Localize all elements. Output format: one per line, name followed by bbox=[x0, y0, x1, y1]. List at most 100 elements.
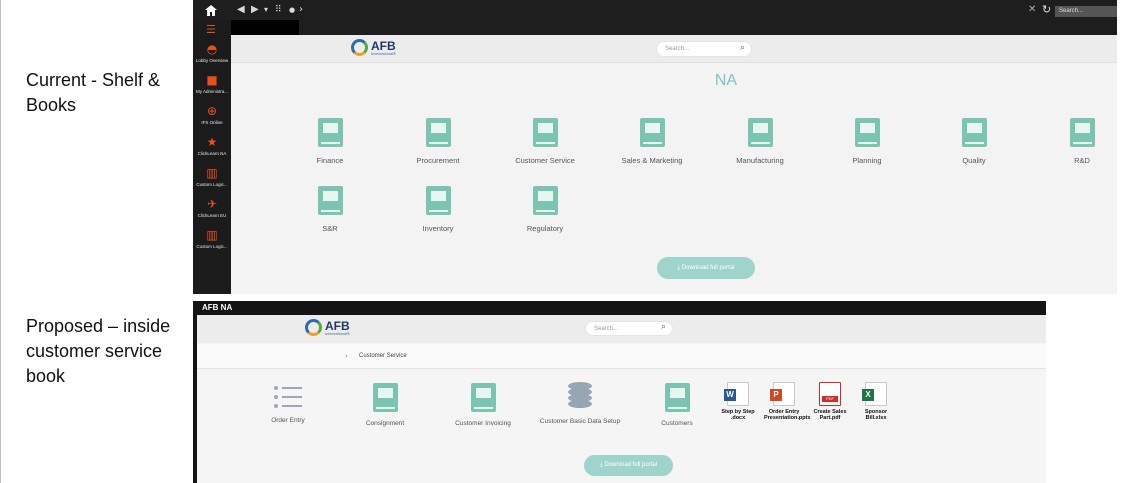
book-icon bbox=[664, 383, 690, 412]
chevron-right-icon: › bbox=[345, 352, 348, 360]
search-placeholder: Search... bbox=[665, 46, 690, 52]
file-label: Create Sales Part.pdf bbox=[813, 409, 847, 421]
sidebar: ☰ ◓ Lobby Overview ■ My Administra... ⊕ … bbox=[193, 21, 231, 294]
book-icon bbox=[1069, 118, 1095, 147]
item-label: Customers bbox=[661, 420, 693, 427]
item-label: Consignment bbox=[365, 420, 405, 427]
file-order-entry-presentation[interactable]: P Order Entry Presentation.pptx bbox=[764, 382, 811, 421]
book-icon bbox=[961, 118, 987, 147]
browser-subbar bbox=[193, 21, 1117, 35]
book-label: Customer Service bbox=[515, 156, 575, 165]
sidebar-item-clicklearn-eu[interactable]: ✈ ClickLearn EU bbox=[193, 197, 231, 219]
portal-search-input[interactable]: Search... ⌕ bbox=[585, 321, 673, 336]
logo-subtitle: International® bbox=[325, 330, 350, 336]
search-icon[interactable]: ⌕ bbox=[740, 43, 745, 53]
proposed-screenshot: AFB NA AFB International® Search... ⌕ › … bbox=[193, 301, 1046, 483]
download-full-portal-button[interactable]: ⤓ Download full portal bbox=[584, 455, 673, 476]
afb-logo[interactable]: AFB International® bbox=[351, 39, 396, 56]
sidebar-item-ifs-online[interactable]: ⊕ IFS Online bbox=[193, 104, 231, 126]
redacted-block bbox=[231, 20, 299, 36]
item-consignment[interactable]: Consignment bbox=[343, 383, 427, 428]
globe-icon: ⊕ bbox=[206, 104, 218, 118]
sidebar-item-label: Custom Logic... bbox=[196, 182, 228, 187]
book-icon bbox=[372, 383, 398, 412]
book-finance[interactable]: Finance bbox=[270, 118, 390, 165]
caption-proposed: Proposed – inside customer service book bbox=[26, 316, 171, 386]
book-icon bbox=[532, 118, 558, 147]
sidebar-item-label: ClickLearn NA bbox=[197, 151, 227, 156]
logo-icon bbox=[305, 319, 322, 336]
excel-badge: X bbox=[862, 389, 874, 401]
download-label: Download full portal bbox=[604, 462, 658, 468]
search-placeholder: Search... bbox=[594, 326, 619, 332]
airplane-icon: ✈ bbox=[206, 197, 218, 211]
book-regulatory[interactable]: Regulatory bbox=[485, 186, 605, 233]
search-icon[interactable]: ⌕ bbox=[661, 322, 666, 332]
afb-logo[interactable]: AFB International® bbox=[305, 319, 350, 336]
window-title: AFB NA bbox=[202, 303, 233, 312]
breadcrumb-customer-service[interactable]: Customer Service bbox=[359, 353, 407, 359]
refresh-icon[interactable]: ↻ bbox=[1042, 3, 1051, 16]
speedometer-icon: ◓ bbox=[206, 42, 218, 56]
file-create-sales-part[interactable]: PDF Create Sales Part.pdf bbox=[810, 382, 850, 421]
file-step-by-step[interactable]: W Step by Step .docx bbox=[718, 382, 758, 421]
book-icon bbox=[317, 118, 343, 147]
chevron-right-icon[interactable]: › bbox=[299, 4, 303, 16]
book-sales-marketing[interactable]: Sales & Marketing bbox=[592, 118, 712, 165]
file-label: Sponsor Bill.xlsx bbox=[864, 409, 888, 421]
sidebar-item-custom-logic-2[interactable]: ▥ Custom Logic... bbox=[193, 228, 231, 250]
portal-header: AFB International® Search... ⌕ bbox=[197, 315, 1046, 343]
bar-chart-icon: ▥ bbox=[206, 228, 218, 242]
page: Current - Shelf & Books Proposed – insid… bbox=[0, 0, 1121, 483]
book-icon bbox=[425, 186, 451, 215]
browser-search-input[interactable]: Search... bbox=[1055, 6, 1117, 17]
file-label: Order Entry Presentation.pptx bbox=[764, 409, 811, 421]
book-label: Inventory bbox=[422, 224, 454, 233]
book-r-and-d[interactable]: R&D bbox=[1022, 118, 1117, 165]
sidebar-item-lobby-overview[interactable]: ◓ Lobby Overview bbox=[193, 42, 231, 64]
sidebar-item-label: ClickLearn EU bbox=[197, 213, 227, 218]
word-badge: W bbox=[724, 389, 736, 401]
book-label: Regulatory bbox=[526, 224, 564, 233]
book-icon bbox=[470, 383, 496, 412]
book-icon bbox=[532, 186, 558, 215]
powerpoint-file-icon: P bbox=[770, 382, 795, 406]
logo-name: AFB bbox=[371, 38, 396, 53]
book-label: Sales & Marketing bbox=[621, 156, 683, 165]
sidebar-item-custom-logic-1[interactable]: ▥ Custom Logic... bbox=[193, 167, 231, 188]
item-customers[interactable]: Customers bbox=[635, 383, 719, 428]
menu-icon[interactable]: ☰ bbox=[206, 23, 216, 36]
file-sponsor-bill[interactable]: X Sponsor Bill.xlsx bbox=[856, 382, 896, 421]
item-label: Customer Invoicing bbox=[455, 420, 511, 427]
left-divider bbox=[0, 0, 1, 483]
grid-icon[interactable]: ⠿ bbox=[275, 4, 282, 16]
book-planning[interactable]: Planning bbox=[807, 118, 927, 165]
book-icon bbox=[317, 186, 343, 215]
close-icon[interactable]: ✕ bbox=[1028, 4, 1036, 15]
item-customer-invoicing[interactable]: Customer Invoicing bbox=[441, 383, 525, 428]
logo-icon bbox=[351, 39, 368, 56]
item-customer-basic-data-setup[interactable]: Customer Basic Data Setup bbox=[538, 382, 622, 426]
download-full-portal-button[interactable]: ⤓ Download full portal bbox=[657, 257, 755, 279]
book-s-and-r[interactable]: S&R bbox=[270, 186, 390, 233]
logo-subtitle: International® bbox=[371, 50, 396, 56]
book-customer-service[interactable]: Customer Service bbox=[485, 118, 605, 165]
chevron-down-icon[interactable]: ▾ bbox=[264, 4, 268, 16]
sidebar-item-clicklearn-na[interactable]: ★ ClickLearn NA bbox=[193, 136, 231, 157]
list-icon bbox=[274, 385, 302, 409]
home-icon[interactable] bbox=[205, 5, 217, 16]
book-inventory[interactable]: Inventory bbox=[378, 186, 498, 233]
book-icon bbox=[425, 118, 451, 147]
book-label: Procurement bbox=[416, 156, 460, 165]
portal-search-input[interactable]: Search... ⌕ bbox=[656, 41, 752, 57]
book-manufacturing[interactable]: Manufacturing bbox=[700, 118, 820, 165]
item-order-entry[interactable]: Order Entry bbox=[246, 385, 330, 425]
back-icon[interactable]: ◀ bbox=[237, 4, 245, 16]
book-procurement[interactable]: Procurement bbox=[378, 118, 498, 165]
sidebar-item-label: Custom Logic... bbox=[196, 244, 228, 249]
forward-icon[interactable]: ▶ bbox=[251, 4, 259, 16]
sidebar-item-label: IFS Online bbox=[201, 120, 223, 125]
sidebar-item-my-administration[interactable]: ■ My Administra... bbox=[193, 74, 231, 95]
window-titlebar: AFB NA bbox=[193, 301, 1046, 315]
book-quality[interactable]: Quality bbox=[914, 118, 1034, 165]
